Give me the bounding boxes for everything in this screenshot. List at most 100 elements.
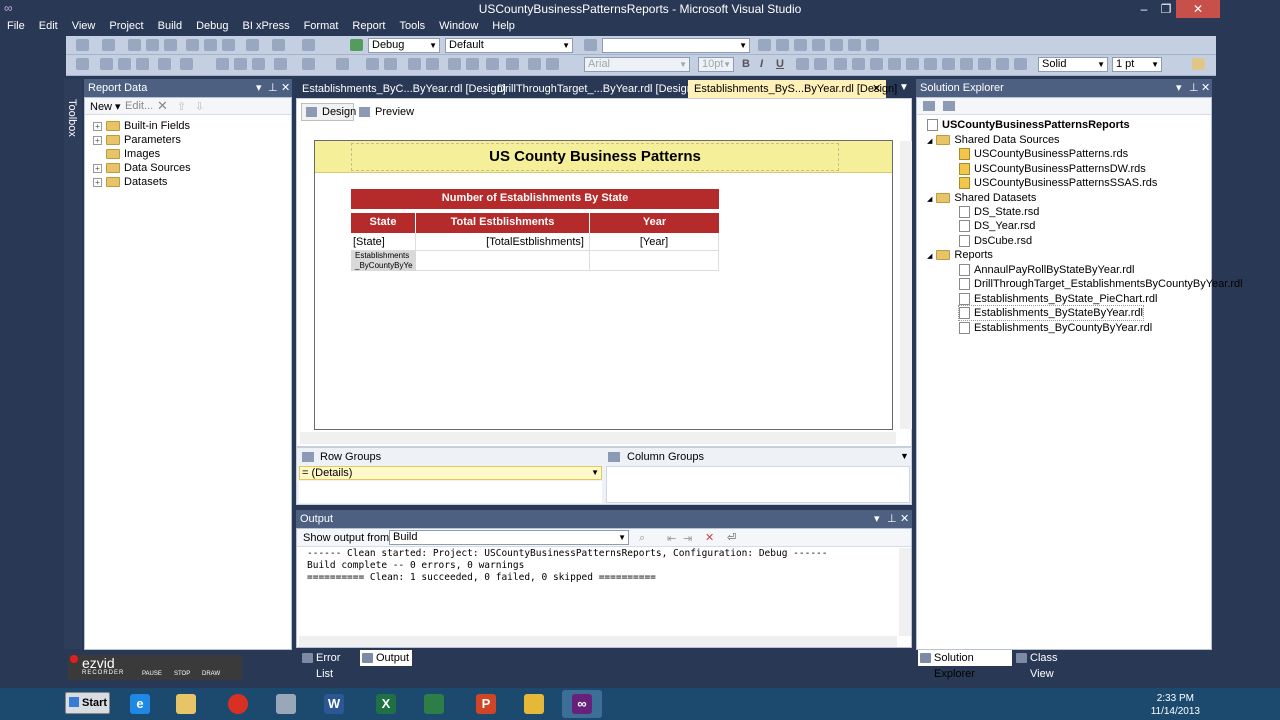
- properties-icon[interactable]: [776, 39, 789, 51]
- text-align-left-icon[interactable]: [834, 58, 847, 70]
- clock[interactable]: 2:33 PM 11/14/2013: [1151, 692, 1200, 718]
- decrease-indent-icon[interactable]: [942, 58, 955, 70]
- border-icon[interactable]: [978, 58, 991, 70]
- close-icon[interactable]: ✕: [1201, 79, 1210, 97]
- report-item[interactable]: AnnaulPayRollByStateByYear.rdl: [959, 263, 1134, 277]
- close-tab-icon[interactable]: ✕: [872, 80, 881, 98]
- design-tab[interactable]: Design: [301, 103, 356, 121]
- grouping-menu-icon[interactable]: ▼: [900, 451, 909, 461]
- italic-button[interactable]: I: [760, 58, 763, 70]
- background-color-icon[interactable]: [814, 58, 827, 70]
- bring-to-front-icon[interactable]: [408, 58, 421, 70]
- chrome-app[interactable]: [218, 690, 258, 718]
- move-down-icon[interactable]: ⇩: [195, 100, 204, 113]
- dataset-item[interactable]: DsCube.rsd: [959, 234, 1032, 248]
- find-icon[interactable]: [584, 39, 597, 51]
- navigate-icon[interactable]: [302, 39, 315, 51]
- toolbox-icon[interactable]: [794, 39, 807, 51]
- bold-button[interactable]: B: [742, 58, 750, 70]
- output-source-combo[interactable]: Build ▼: [389, 530, 629, 545]
- doc-tab-1[interactable]: Establishments_ByC...ByYear.rdl [Design]: [296, 80, 506, 98]
- draw-button[interactable]: DRAW: [202, 671, 220, 677]
- dataset-item[interactable]: DS_Year.rsd: [959, 219, 1035, 233]
- snap-to-grid-icon[interactable]: [448, 58, 461, 70]
- excel-app[interactable]: X: [366, 690, 406, 718]
- text-align-right-icon[interactable]: [870, 58, 883, 70]
- underline-button[interactable]: U: [776, 58, 784, 70]
- center-vertically-icon[interactable]: [384, 58, 397, 70]
- find-message-icon[interactable]: ⌕: [639, 532, 645, 545]
- pin-icon[interactable]: ⊥: [887, 510, 897, 528]
- report-title-textbox[interactable]: US County Business Patterns: [351, 143, 839, 171]
- pin-icon[interactable]: ⊥: [268, 79, 278, 97]
- snipping-tool-app[interactable]: [266, 690, 306, 718]
- delete-icon[interactable]: ✕: [157, 98, 168, 114]
- configuration-combo[interactable]: Debug ▼: [368, 38, 440, 53]
- object-browser-icon[interactable]: [812, 39, 825, 51]
- report-header[interactable]: US County Business Patterns: [315, 141, 892, 173]
- menu-window[interactable]: Window: [432, 18, 485, 36]
- same-height-icon[interactable]: [234, 58, 247, 70]
- tree-item-data-sources[interactable]: + Data Sources: [93, 161, 191, 175]
- data-source-item[interactable]: USCountyBusinessPatterns.rds: [959, 147, 1128, 161]
- options-icon[interactable]: [866, 39, 879, 51]
- tree-item-parameters[interactable]: + Parameters: [93, 133, 181, 147]
- align-bottom-icon[interactable]: [180, 58, 193, 70]
- menu-format[interactable]: Format: [297, 18, 346, 36]
- new-button[interactable]: New ▾: [90, 100, 121, 113]
- header-total[interactable]: Total Estblishments: [416, 213, 589, 233]
- add-item-icon[interactable]: [102, 39, 115, 51]
- output-scrollbar[interactable]: [899, 548, 911, 636]
- open-icon[interactable]: [128, 39, 141, 51]
- dropdown-icon[interactable]: ▾: [256, 79, 262, 97]
- menu-bi-xpress[interactable]: BI xPress: [236, 18, 297, 36]
- show-all-files-icon[interactable]: [943, 101, 955, 111]
- font-color-icon[interactable]: [796, 58, 809, 70]
- start-button[interactable]: Start: [65, 692, 110, 714]
- align-left-icon[interactable]: [76, 58, 89, 70]
- increase-indent-icon[interactable]: [960, 58, 973, 70]
- cut-icon[interactable]: [186, 39, 199, 51]
- paste-icon[interactable]: [222, 39, 235, 51]
- move-up-icon[interactable]: ⇧: [177, 100, 186, 113]
- report-item-selected[interactable]: Establishments_ByStateByYear.rdl: [958, 305, 1144, 321]
- footer-cell[interactable]: Establishments _ByCountyByYe: [351, 251, 416, 271]
- previous-message-icon[interactable]: ⇤: [667, 532, 676, 545]
- report-canvas[interactable]: US County Business Patterns Number of Es…: [314, 140, 893, 430]
- output-text[interactable]: ------ Clean started: Project: USCountyB…: [307, 548, 897, 636]
- table-options-icon[interactable]: [528, 58, 541, 70]
- word-app[interactable]: W: [314, 690, 354, 718]
- internet-explorer-app[interactable]: e: [120, 690, 160, 718]
- expand-icon[interactable]: +: [93, 121, 102, 131]
- header-state[interactable]: State: [351, 213, 415, 233]
- close-icon[interactable]: ✕: [281, 79, 290, 97]
- dropdown-icon[interactable]: ▾: [874, 510, 880, 528]
- align-middle-icon[interactable]: [158, 58, 171, 70]
- data-source-item[interactable]: USCountyBusinessPatternsDW.rds: [959, 162, 1146, 176]
- doc-tab-active[interactable]: Establishments_ByS...ByYear.rdl [Design]…: [688, 80, 897, 98]
- collapse-icon[interactable]: ◢: [927, 253, 932, 260]
- bullets-icon[interactable]: [906, 58, 919, 70]
- menu-debug[interactable]: Debug: [189, 18, 235, 36]
- menu-project[interactable]: Project: [102, 18, 150, 36]
- reports-node[interactable]: ◢ Reports: [927, 248, 993, 262]
- text-align-center-icon[interactable]: [852, 58, 865, 70]
- properties-icon[interactable]: [923, 101, 935, 111]
- menu-build[interactable]: Build: [151, 18, 189, 36]
- stop-button[interactable]: STOP: [174, 671, 190, 677]
- data-source-item[interactable]: USCountyBusinessPatternsSSAS.rds: [959, 176, 1157, 190]
- report-item[interactable]: DrillThroughTarget_EstablishmentsByCount…: [959, 277, 1243, 291]
- align-center-icon[interactable]: [100, 58, 113, 70]
- pin-icon[interactable]: ⊥: [1189, 79, 1199, 97]
- size-to-grid-icon[interactable]: [274, 58, 287, 70]
- header-year[interactable]: Year: [590, 213, 719, 233]
- menu-help[interactable]: Help: [485, 18, 522, 36]
- cell-year[interactable]: [Year]: [590, 233, 719, 251]
- font-name-combo[interactable]: Arial ▼: [584, 57, 690, 72]
- collapse-icon[interactable]: ◢: [927, 138, 932, 145]
- tree-item-built-in-fields[interactable]: + Built-in Fields: [93, 119, 190, 133]
- extensions-icon[interactable]: [848, 39, 861, 51]
- text-align-justify-icon[interactable]: [888, 58, 901, 70]
- output-tab[interactable]: Output: [360, 650, 412, 666]
- solution-explorer-icon[interactable]: [758, 39, 771, 51]
